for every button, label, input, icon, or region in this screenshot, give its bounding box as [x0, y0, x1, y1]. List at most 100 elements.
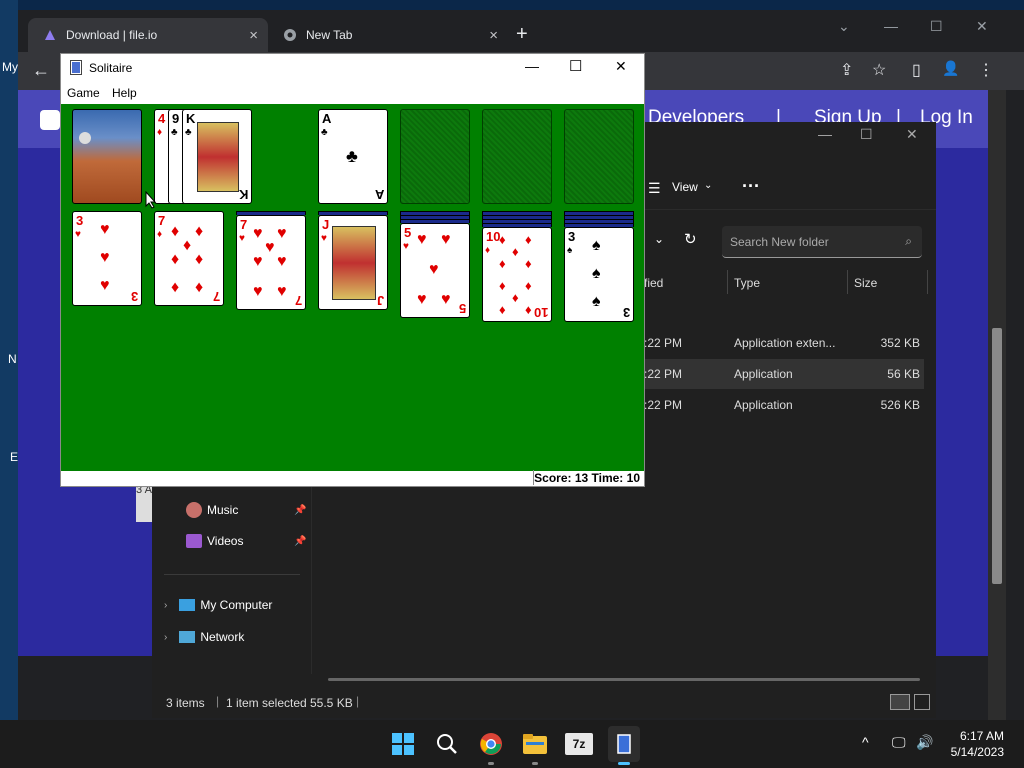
file-date: :22 PM: [644, 336, 683, 350]
nav-item-music[interactable]: Music 📌: [186, 502, 306, 518]
close-button[interactable]: ✕: [976, 18, 988, 35]
search-icon[interactable]: [433, 730, 461, 758]
desktop-icon-label[interactable]: N: [8, 352, 17, 366]
minimize-button[interactable]: —: [818, 126, 832, 142]
card-suit: ♦: [485, 245, 491, 256]
scrollbar-thumb[interactable]: [992, 328, 1002, 584]
pin-icon[interactable]: 📌: [294, 505, 306, 516]
maximize-button[interactable]: ☐: [860, 126, 873, 143]
back-icon[interactable]: ←: [32, 60, 50, 81]
card-pip: ♦: [195, 251, 204, 268]
desktop-icon-label[interactable]: E: [10, 450, 18, 464]
search-icon: ⌕: [905, 234, 912, 248]
desktop-icon-label[interactable]: My: [2, 60, 18, 74]
pin-icon[interactable]: 📌: [294, 536, 306, 547]
7zip-icon[interactable]: 7z: [565, 733, 593, 755]
active-indicator: [618, 762, 630, 765]
page-scrollbar[interactable]: [988, 90, 1006, 720]
details-view-button[interactable]: [890, 694, 910, 710]
nav-item-my-computer[interactable]: › My Computer: [164, 598, 272, 612]
solitaire-taskbar-icon[interactable]: [608, 726, 640, 762]
chrome-icon[interactable]: [477, 730, 505, 758]
search-input[interactable]: Search New folder ⌕: [722, 226, 922, 258]
close-button[interactable]: ✕: [906, 126, 918, 143]
page-fragment-text: 3 A: [136, 482, 152, 522]
column-type[interactable]: Type: [734, 276, 760, 290]
menu-icon[interactable]: ⋮: [978, 60, 994, 80]
maximize-button[interactable]: ☐: [569, 57, 582, 75]
close-tab-icon[interactable]: ×: [249, 27, 258, 44]
chevron-up-icon[interactable]: ^: [862, 734, 869, 750]
card-pip: ♦: [499, 278, 506, 293]
column-divider[interactable]: [847, 270, 848, 294]
tab-download[interactable]: Download | file.io ×: [28, 18, 268, 52]
tab-search-icon[interactable]: ⌄: [838, 18, 850, 35]
chevron-down-icon[interactable]: ⌄: [704, 180, 712, 191]
bookmark-star-icon[interactable]: ☆: [872, 60, 886, 80]
tiles-view-button[interactable]: [914, 694, 930, 710]
more-options-button[interactable]: ···: [742, 176, 760, 197]
chevron-right-icon[interactable]: ›: [164, 600, 167, 611]
card-suit: ♣: [171, 127, 178, 138]
column-divider[interactable]: [727, 270, 728, 294]
share-icon[interactable]: ⇪: [840, 60, 853, 80]
card-rank: K: [186, 111, 196, 126]
file-date: :22 PM: [644, 367, 683, 381]
minimize-button[interactable]: —: [525, 58, 539, 74]
horizontal-scrollbar[interactable]: [328, 678, 920, 681]
card-suit: ♥: [239, 233, 245, 244]
card-pip: ♥: [277, 283, 287, 300]
close-button[interactable]: ✕: [615, 58, 627, 75]
site-logo[interactable]: [40, 110, 60, 130]
tableau-card[interactable]: 5 ♥ ♥ ♥ ♥ ♥ ♥ 5: [400, 223, 470, 318]
maximize-button[interactable]: ☐: [930, 18, 943, 35]
card-pip: ♦: [195, 223, 204, 240]
windows-start-icon[interactable]: [389, 730, 417, 758]
tableau-card[interactable]: 3 ♠ ♠ ♠ ♠ 3: [564, 227, 634, 322]
menu-game[interactable]: Game: [67, 86, 100, 100]
foundation-pile[interactable]: A ♣ ♣ A: [318, 109, 388, 204]
tab-new[interactable]: New Tab ×: [268, 18, 508, 52]
column-date-modified[interactable]: fied: [644, 276, 663, 290]
clock-date: 5/14/2023: [950, 745, 1004, 759]
volume-icon[interactable]: 🔊: [916, 734, 933, 751]
side-panel-icon[interactable]: ▯: [912, 60, 921, 80]
score-time: Score: 13 Time: 10: [534, 471, 640, 485]
stock-pile[interactable]: [72, 109, 142, 204]
card-pip: ♦: [183, 237, 192, 254]
foundation-slot-empty[interactable]: [400, 109, 470, 204]
column-size[interactable]: Size: [854, 276, 877, 290]
fileio-icon: [42, 27, 58, 43]
new-tab-button[interactable]: +: [516, 24, 528, 44]
nav-label: Network: [200, 630, 245, 644]
card-rank: A: [322, 111, 332, 126]
waste-top-card[interactable]: K ♣ K: [182, 109, 252, 204]
view-menu-button[interactable]: View: [672, 180, 698, 194]
network-icon[interactable]: 🖵: [892, 734, 906, 751]
foundation-slot-empty[interactable]: [482, 109, 552, 204]
chevron-down-icon[interactable]: ⌄: [654, 232, 664, 246]
tableau-card[interactable]: 10 ♦ ♦ ♦ ♦ ♦ ♦ ♦ ♦ ♦ ♦ ♦ 10: [482, 227, 552, 322]
clock[interactable]: 6:17 AM 5/14/2023: [951, 728, 1004, 760]
close-tab-icon[interactable]: ×: [489, 27, 498, 44]
menu-help[interactable]: Help: [112, 86, 137, 100]
profile-icon[interactable]: 👤: [942, 60, 959, 77]
card-suit: ♥: [403, 241, 409, 252]
card-pip: ♦: [171, 223, 180, 240]
search-placeholder: Search New folder: [730, 235, 829, 249]
tableau-card[interactable]: 3 ♥ ♥ ♥ ♥ 3: [72, 211, 142, 306]
foundation-slot-empty[interactable]: [564, 109, 634, 204]
chevron-right-icon[interactable]: ›: [164, 632, 167, 643]
minimize-button[interactable]: —: [884, 18, 898, 34]
column-divider[interactable]: [927, 270, 928, 294]
refresh-icon[interactable]: ↻: [684, 230, 697, 248]
file-explorer-icon[interactable]: [521, 730, 549, 758]
nav-item-network[interactable]: › Network: [164, 630, 244, 644]
tableau-card[interactable]: J ♥ J: [318, 215, 388, 310]
tableau-card[interactable]: 7 ♥ ♥ ♥ ♥ ♥ ♥ ♥ ♥ 7: [236, 215, 306, 310]
nav-item-videos[interactable]: Videos 📌: [186, 534, 306, 548]
file-type: Application: [734, 398, 793, 412]
card-rank: 7: [294, 293, 302, 308]
tableau-card[interactable]: 7 ♦ ♦ ♦ ♦ ♦ ♦ ♦ ♦ 7: [154, 211, 224, 306]
nav-label: Videos: [207, 534, 244, 548]
